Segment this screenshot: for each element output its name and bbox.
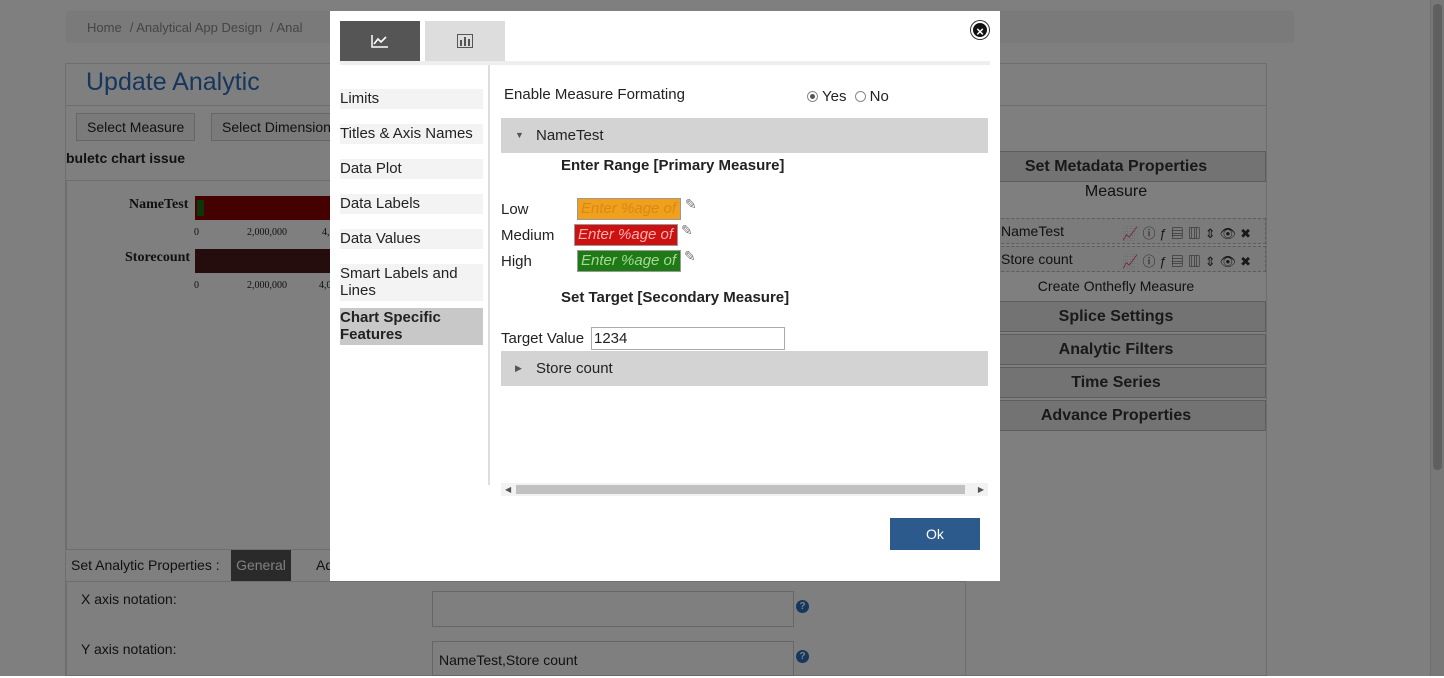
- medium-range-input[interactable]: Enter %age of: [574, 224, 678, 246]
- nav-data-values[interactable]: Data Values: [340, 229, 483, 249]
- settings-nav: Limits Titles & Axis Names Data Plot Dat…: [340, 65, 490, 485]
- high-label: High: [501, 253, 532, 270]
- target-value-input[interactable]: 1234: [591, 327, 785, 350]
- color-picker-icon[interactable]: ✎: [685, 196, 697, 213]
- ok-button[interactable]: Ok: [890, 518, 980, 550]
- color-picker-icon[interactable]: ✎: [684, 248, 696, 265]
- low-label: Low: [501, 201, 529, 218]
- nav-data-labels[interactable]: Data Labels: [340, 194, 483, 214]
- horizontal-scrollbar[interactable]: ◀ ▶: [501, 483, 988, 496]
- section-storecount-label: Store count: [536, 360, 613, 377]
- low-range-input[interactable]: Enter %age of: [577, 198, 681, 220]
- chart-properties-modal: × Limits Titles & Axis Names Data Plot D…: [330, 11, 1000, 581]
- target-heading: Set Target [Secondary Measure]: [561, 289, 790, 306]
- scroll-left-icon[interactable]: ◀: [505, 483, 511, 496]
- no-label: No: [869, 88, 889, 105]
- tab-chart-bar[interactable]: [425, 21, 505, 61]
- range-heading: Enter Range [Primary Measure]: [561, 157, 785, 174]
- section-nametest-label: NameTest: [536, 127, 604, 144]
- section-nametest[interactable]: ▼ NameTest: [501, 118, 988, 153]
- nav-data-plot[interactable]: Data Plot: [340, 159, 483, 179]
- formatting-radio-group: Yes No: [807, 88, 889, 105]
- nav-titles-axis[interactable]: Titles & Axis Names: [340, 124, 483, 144]
- yes-label: Yes: [822, 88, 847, 105]
- tab-chart-line[interactable]: [340, 21, 420, 61]
- close-icon[interactable]: ×: [971, 21, 989, 39]
- yes-radio[interactable]: [807, 91, 818, 102]
- medium-label: Medium: [501, 227, 555, 244]
- high-range-input[interactable]: Enter %age of: [577, 250, 681, 272]
- bar-chart-icon: [457, 34, 473, 48]
- scroll-thumb[interactable]: [516, 485, 965, 494]
- enable-formatting-label: Enable Measure Formating: [504, 86, 685, 103]
- nav-chart-specific[interactable]: Chart Specific Features: [340, 308, 483, 345]
- line-chart-icon: [371, 35, 388, 48]
- caret-down-icon: ▼: [515, 130, 524, 140]
- color-picker-icon[interactable]: ✎: [681, 222, 693, 239]
- nav-limits[interactable]: Limits: [340, 89, 483, 109]
- no-radio[interactable]: [854, 91, 866, 102]
- nav-smart-labels[interactable]: Smart Labels and Lines: [340, 264, 483, 301]
- caret-right-icon: ▶: [515, 363, 522, 373]
- target-value-label: Target Value: [501, 330, 585, 347]
- scroll-right-icon[interactable]: ▶: [978, 483, 984, 496]
- section-storecount[interactable]: ▶ Store count: [501, 351, 988, 386]
